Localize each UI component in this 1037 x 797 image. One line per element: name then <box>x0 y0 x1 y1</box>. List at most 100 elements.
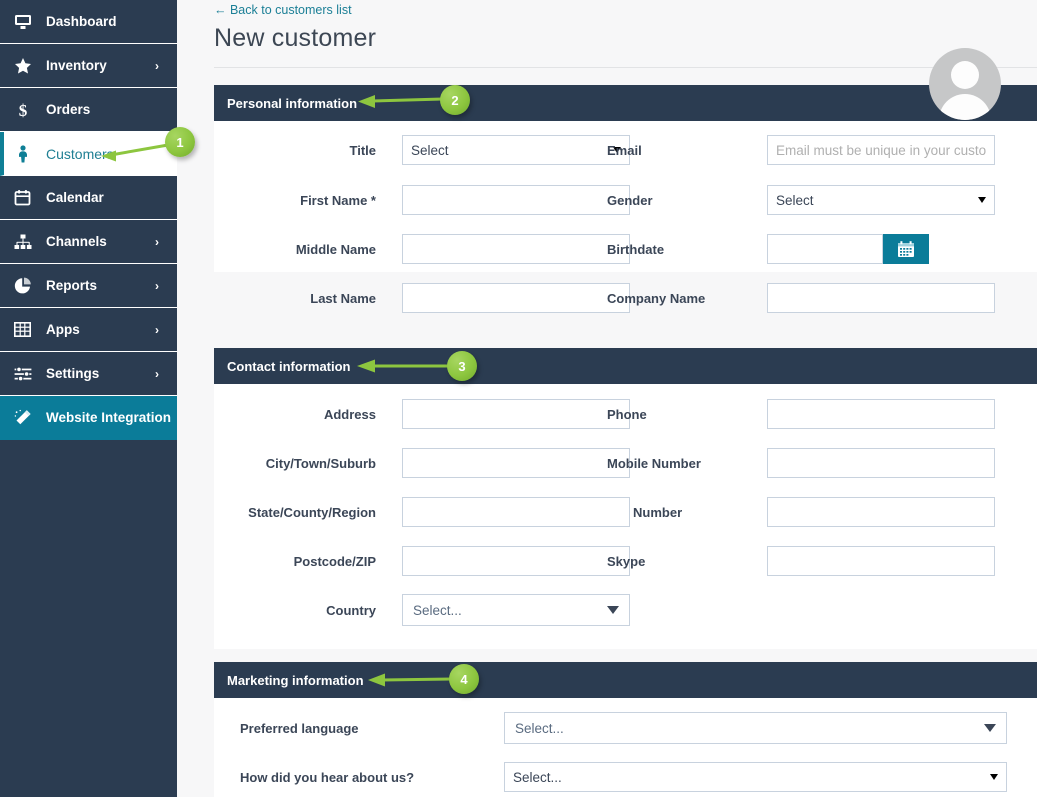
contact-information-body: Address City/Town/Suburb State/County/Re… <box>214 384 1037 649</box>
field-row-email: Email <box>607 135 995 165</box>
sidebar-item-label: Website Integration <box>46 410 172 426</box>
field-row-postcode: Postcode/ZIP <box>214 546 630 576</box>
main-sidebar: Dashboard Inventory › $ Orders Customers <box>0 0 177 797</box>
middle-name-input[interactable] <box>402 234 630 264</box>
main-content: ← Back to customers list New customer Pe… <box>177 0 1037 797</box>
grid-icon <box>14 322 38 337</box>
avatar-head <box>951 61 979 89</box>
address-input[interactable] <box>402 399 630 429</box>
field-row-city: City/Town/Suburb <box>214 448 630 478</box>
marketing-information-heading: Marketing information <box>214 662 1037 698</box>
field-row-phone: Phone <box>607 399 995 429</box>
sidebar-item-channels[interactable]: Channels › <box>0 220 177 264</box>
field-row-gender: Gender Select <box>607 185 995 215</box>
state-input[interactable] <box>402 497 630 527</box>
personal-information-heading: Personal information <box>214 85 1037 121</box>
page-title: New customer <box>214 24 377 52</box>
birthdate-input[interactable] <box>767 234 883 264</box>
birthdate-group <box>767 234 929 264</box>
birthdate-calendar-button[interactable] <box>883 234 929 264</box>
marketing-information-body: Preferred language Select... How did you… <box>214 698 1037 797</box>
field-row-last-name: Last Name <box>214 283 630 313</box>
sidebar-item-label: Channels <box>46 233 107 249</box>
chevron-right-icon: › <box>155 58 159 73</box>
contact-information-heading: Contact information <box>214 348 1037 384</box>
preferred-language-value: Select... <box>515 720 564 736</box>
field-row-mobile-number: Mobile Number <box>607 448 995 478</box>
monitor-icon <box>14 14 38 30</box>
city-input[interactable] <box>402 448 630 478</box>
sidebar-item-label: Calendar <box>46 189 104 205</box>
country-select[interactable]: Select... <box>402 594 630 626</box>
title-select-value: Select <box>411 142 449 158</box>
sitemap-icon <box>14 234 38 250</box>
field-label: State/County/Region <box>248 504 376 520</box>
svg-text:$: $ <box>19 101 28 119</box>
skype-input[interactable] <box>767 546 995 576</box>
email-input[interactable] <box>767 135 995 165</box>
chevron-down-icon <box>978 197 986 203</box>
sidebar-item-label: Reports <box>46 277 98 293</box>
preferred-language-select[interactable]: Select... <box>504 712 1007 744</box>
pie-chart-icon <box>14 277 38 295</box>
sidebar-item-dashboard[interactable]: Dashboard <box>0 0 177 44</box>
first-name-input[interactable] <box>402 185 630 215</box>
field-row-middle-name: Middle Name <box>214 234 630 264</box>
how-did-you-hear-select[interactable]: Select... <box>504 762 1007 792</box>
chevron-right-icon: › <box>155 234 159 249</box>
magic-wand-icon <box>14 409 38 427</box>
contact-information-panel: Contact information Address City/Town/Su… <box>214 348 1037 649</box>
phone-input[interactable] <box>767 399 995 429</box>
avatar[interactable] <box>929 48 1001 120</box>
field-label: Birthdate <box>607 241 665 257</box>
chevron-down-icon <box>990 774 998 780</box>
last-name-input[interactable] <box>402 283 630 313</box>
fax-number-input[interactable] <box>767 497 995 527</box>
avatar-body <box>939 94 991 120</box>
how-did-you-hear-value: Select... <box>513 769 562 785</box>
back-to-customers-list-link[interactable]: ← Back to customers list <box>214 3 352 17</box>
field-label: Country <box>326 602 376 618</box>
chevron-right-icon: › <box>155 278 159 293</box>
field-row-first-name: First Name * <box>214 185 630 215</box>
sidebar-item-apps[interactable]: Apps › <box>0 308 177 352</box>
field-label: Middle Name <box>295 241 376 257</box>
sidebar-item-inventory[interactable]: Inventory › <box>0 44 177 88</box>
field-row-skype: Skype <box>607 546 995 576</box>
country-select-value: Select... <box>413 602 462 618</box>
title-divider <box>214 67 1037 68</box>
sidebar-item-label: Orders <box>46 101 91 117</box>
company-name-input[interactable] <box>767 283 995 313</box>
postcode-input[interactable] <box>402 546 630 576</box>
field-label: Postcode/ZIP <box>293 553 376 569</box>
mobile-number-input[interactable] <box>767 448 995 478</box>
field-label: Email <box>607 142 642 158</box>
sidebar-item-label: Apps <box>46 321 80 337</box>
field-row-company-name: Company Name <box>607 283 995 313</box>
field-label: Fax Number <box>607 504 683 520</box>
sidebar-item-customers[interactable]: Customers <box>0 132 177 176</box>
title-select[interactable]: Select <box>402 135 630 165</box>
gender-select[interactable]: Select <box>767 185 995 215</box>
personal-information-panel: Personal information Title Select First … <box>214 85 1037 313</box>
field-label: Last Name <box>310 290 376 306</box>
sidebar-item-label: Dashboard <box>46 13 117 29</box>
person-icon <box>14 144 38 163</box>
calendar-icon <box>898 241 914 257</box>
field-label: Title <box>349 142 377 158</box>
field-label: Mobile Number <box>607 455 701 471</box>
field-label: City/Town/Suburb <box>265 455 376 471</box>
sidebar-item-calendar[interactable]: Calendar <box>0 176 177 220</box>
sidebar-item-label: Settings <box>46 365 100 381</box>
field-label: Phone <box>607 406 647 422</box>
calendar-icon <box>14 189 38 206</box>
star-icon <box>14 57 38 74</box>
chevron-down-icon <box>607 606 619 614</box>
sidebar-item-website-integration[interactable]: Website Integration <box>0 396 177 440</box>
sidebar-item-settings[interactable]: Settings › <box>0 352 177 396</box>
field-row-birthdate: Birthdate <box>607 234 929 264</box>
field-label: Skype <box>607 553 646 569</box>
sidebar-item-reports[interactable]: Reports › <box>0 264 177 308</box>
marketing-information-panel: Marketing information Preferred language… <box>214 662 1037 797</box>
sidebar-item-orders[interactable]: $ Orders <box>0 88 177 132</box>
